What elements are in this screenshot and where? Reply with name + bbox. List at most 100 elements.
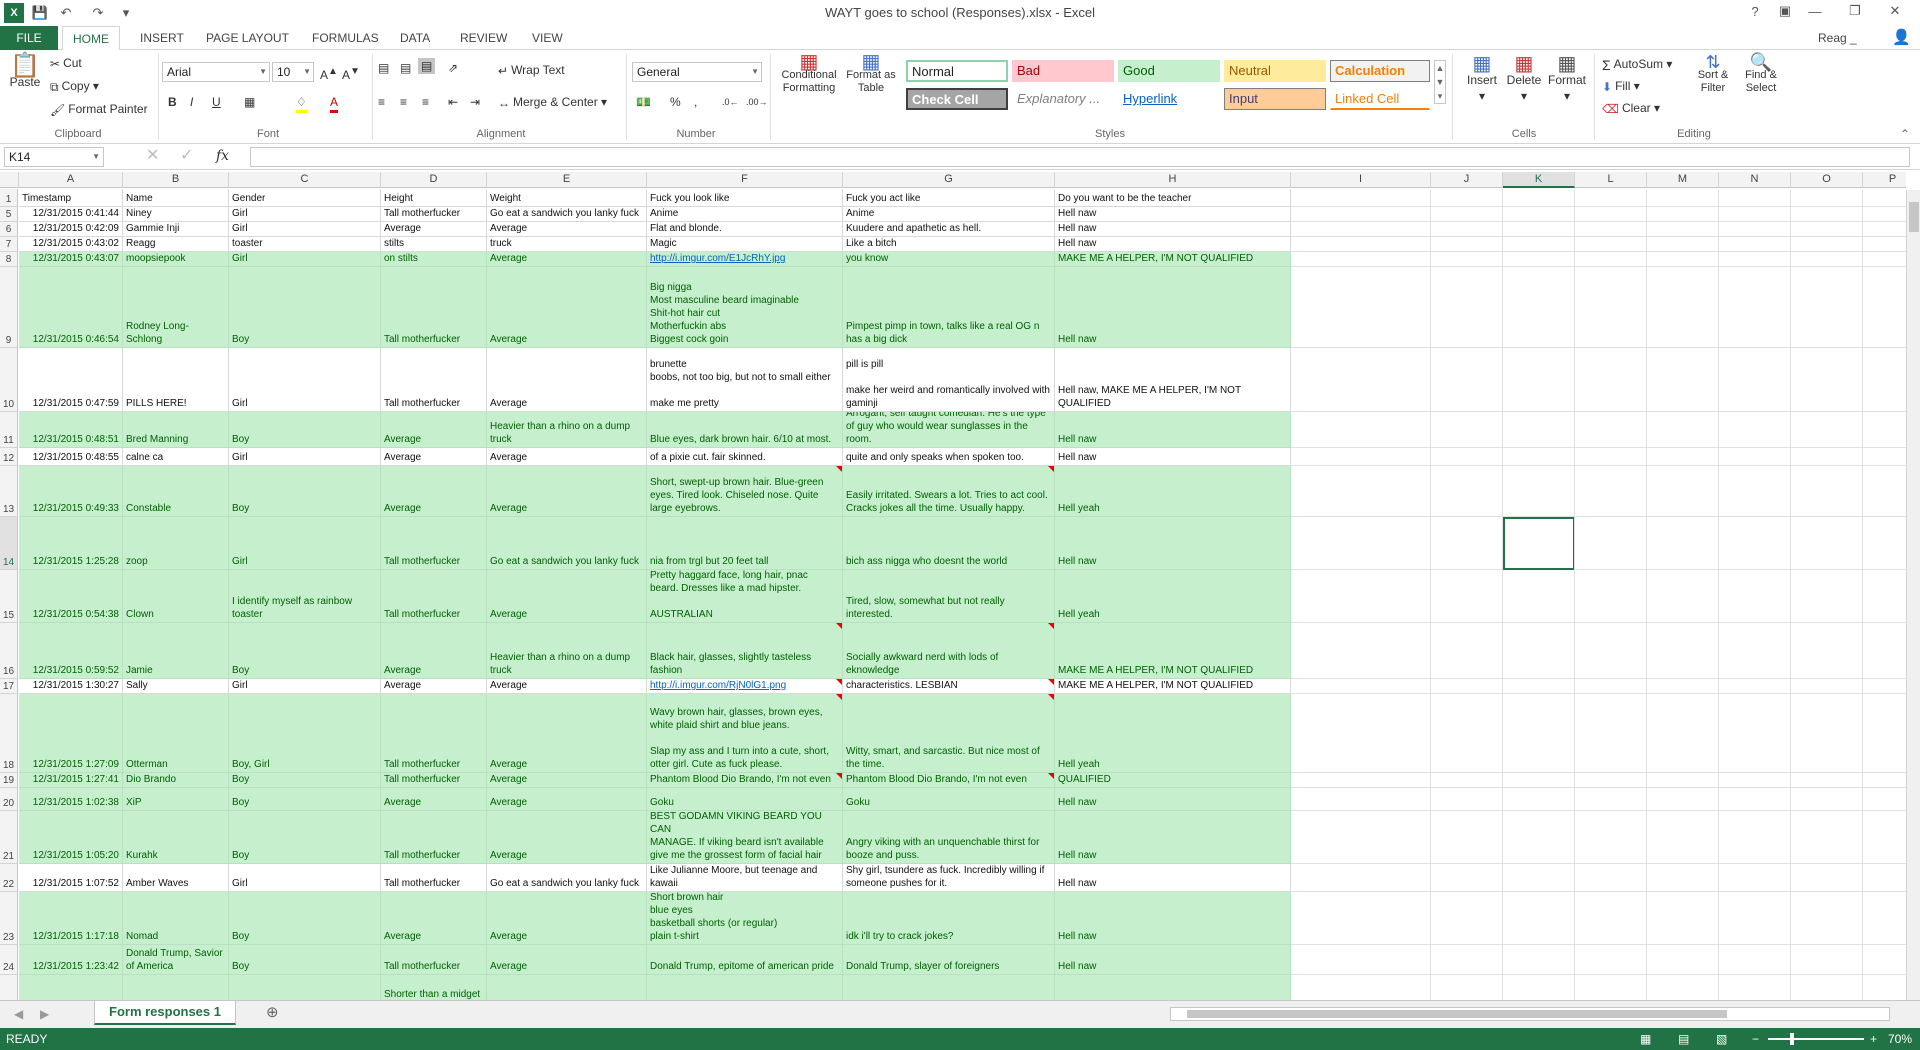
cell[interactable]: Hell yeah [1055, 466, 1291, 517]
style-neutral[interactable]: Neutral [1224, 60, 1326, 82]
cell[interactable]: Donald Trump, Savior of America [123, 945, 229, 975]
percent-button[interactable]: % [670, 94, 681, 110]
column-header-d[interactable]: D [381, 172, 487, 188]
font-size-select[interactable]: 10 ▼ [272, 62, 314, 82]
increase-font-button[interactable]: A▲ [320, 64, 338, 83]
cell[interactable]: Heavier than a rhino on a dump truck [487, 237, 647, 252]
tab-review[interactable]: REVIEW [450, 26, 517, 50]
ribbon-display-options-icon[interactable]: ▣ [1770, 0, 1800, 22]
cell[interactable]: Average [381, 222, 487, 237]
cell[interactable]: Girl [229, 679, 381, 694]
page-layout-view-icon[interactable]: ▤ [1678, 1028, 1689, 1050]
fill-color-icon[interactable]: ♢ [296, 94, 307, 113]
cell[interactable]: of a pixie cut. fair skinned. [647, 448, 843, 466]
cell[interactable]: Average [487, 811, 647, 864]
increase-indent-icon[interactable]: ⇥ [470, 94, 480, 110]
row-header[interactable]: 25 [0, 975, 18, 1000]
align-right-icon[interactable]: ≡ [422, 94, 429, 110]
cell[interactable]: Magic [647, 237, 843, 252]
format-painter-button[interactable]: 🖌 Format Painter [50, 101, 148, 118]
cell[interactable]: Average [487, 252, 647, 267]
cell[interactable]: Otterman [123, 694, 229, 773]
cell[interactable]: Flat and blonde. [647, 222, 843, 237]
cell[interactable]: Donald Trump, slayer of foreigners [843, 945, 1055, 975]
column-header-l[interactable]: L [1575, 172, 1647, 188]
cancel-entry-icon[interactable]: ✕ [146, 148, 159, 164]
cell[interactable]: Average [487, 694, 647, 773]
cell[interactable]: Average [487, 975, 647, 1000]
cell[interactable]: QUALIFIED [1055, 773, 1291, 788]
cell[interactable]: 12/31/2015 1:27:41 [19, 773, 123, 788]
cell[interactable]: Heavier than a rhino on a dump truck [487, 623, 647, 679]
copy-button[interactable]: ⧉ Copy ▾ [50, 78, 99, 95]
cell[interactable]: Average [381, 466, 487, 517]
cell[interactable]: Girl [229, 448, 381, 466]
cell[interactable]: Boy [229, 623, 381, 679]
insert-cells-button[interactable]: ▦ Insert ▾ [1462, 54, 1502, 104]
cell[interactable]: Heavier than a rhino on a dump truck [487, 412, 647, 448]
cell[interactable]: Average [487, 466, 647, 517]
name-box[interactable]: K14 ▼ [4, 147, 104, 167]
cell[interactable]: 12/31/2015 0:43:07 [19, 252, 123, 267]
cell[interactable]: stilts [381, 237, 487, 252]
cell[interactable]: Fuck you act like [843, 189, 1055, 207]
row-header[interactable]: 7 [0, 237, 18, 252]
avatar-icon[interactable]: 👤 [1882, 26, 1920, 50]
cell[interactable]: MAKE ME A HELPER, I'M NOT QUALIFIED [1055, 623, 1291, 679]
bold-button[interactable]: B [168, 94, 177, 110]
cell[interactable]: Hell naw [1055, 207, 1291, 222]
confirm-entry-icon[interactable]: ✓ [180, 148, 193, 164]
paste-button[interactable]: 📋 Paste [8, 54, 42, 90]
cell[interactable]: 12/31/2015 0:54:38 [19, 570, 123, 623]
cell[interactable]: Phantom Blood Dio Brando, I'm not even [843, 773, 1055, 788]
cell[interactable]: Niney [123, 207, 229, 222]
cell[interactable]: zoop [123, 517, 229, 570]
cell[interactable]: 12/31/2015 0:41:44 [19, 207, 123, 222]
cell[interactable]: Hell naw [1055, 267, 1291, 348]
cell[interactable]: Tired, slow, somewhat but not really int… [843, 570, 1055, 623]
cell[interactable]: Average [487, 570, 647, 623]
format-as-table-button[interactable]: ▦ Format as Table [842, 52, 900, 95]
cell[interactable]: Girl [229, 207, 381, 222]
cell[interactable]: Boy, Girl [229, 694, 381, 773]
accounting-format-icon[interactable]: 💵 [636, 94, 651, 110]
cell[interactable]: http://i.imgur.com/RjN0lG1.png [647, 679, 843, 694]
wrap-text-button[interactable]: ↵ Wrap Text [498, 62, 565, 79]
row-header[interactable]: 16 [0, 623, 18, 679]
minimize-icon[interactable]: — [1800, 0, 1830, 22]
scroll-thumb[interactable] [1909, 202, 1919, 232]
new-sheet-icon[interactable]: ⊕ [266, 1005, 279, 1021]
cell[interactable]: Tall motherfucker [381, 773, 487, 788]
cell[interactable]: Tall motherfucker [381, 694, 487, 773]
cell[interactable]: 12/31/2015 1:33:29 [19, 975, 123, 1000]
style-calculation[interactable]: Calculation [1330, 60, 1430, 82]
scroll-thumb[interactable] [1187, 1010, 1727, 1018]
tab-file[interactable]: FILE [0, 26, 58, 50]
clear-button[interactable]: ⌫ Clear ▾ [1602, 100, 1660, 117]
cell[interactable]: 12/31/2015 1:07:52 [19, 864, 123, 892]
cell[interactable]: pill is pill make her weird and romantic… [843, 348, 1055, 412]
cell[interactable]: Tall motherfucker [381, 207, 487, 222]
decrease-font-button[interactable]: A▼ [342, 64, 360, 83]
cell[interactable]: Girl [229, 222, 381, 237]
column-header-n[interactable]: N [1719, 172, 1791, 188]
style-hyperlink[interactable]: Hyperlink [1118, 88, 1220, 110]
cell[interactable]: Girl [229, 517, 381, 570]
cell[interactable]: Pimpest pimp in town, talks like a real … [843, 267, 1055, 348]
cell[interactable]: Go eat a sandwich you lanky fuck [487, 864, 647, 892]
sheet-tab-form-responses[interactable]: Form responses 1 [94, 1001, 236, 1025]
row-header[interactable]: 11 [0, 412, 18, 448]
collapse-ribbon-icon[interactable]: ⌃ [1900, 126, 1910, 142]
style-good[interactable]: Good [1118, 60, 1220, 82]
cell[interactable]: Name [123, 189, 229, 207]
empty-cells[interactable] [1291, 348, 1906, 412]
row-header[interactable]: 24 [0, 945, 18, 975]
cell[interactable]: Hell naw [1055, 811, 1291, 864]
cell[interactable]: MAKE ME A HELPER, I'M NOT QUALIFIED [1055, 679, 1291, 694]
delete-cells-button[interactable]: ▦ Delete ▾ [1504, 54, 1544, 104]
column-header-g[interactable]: G [843, 172, 1055, 188]
select-all-corner[interactable] [0, 172, 19, 188]
cell[interactable]: Socially awkward nerd with lods of eknow… [843, 623, 1055, 679]
help-button[interactable]: ? [1740, 0, 1770, 22]
cell[interactable]: Hell naw [1055, 892, 1291, 945]
